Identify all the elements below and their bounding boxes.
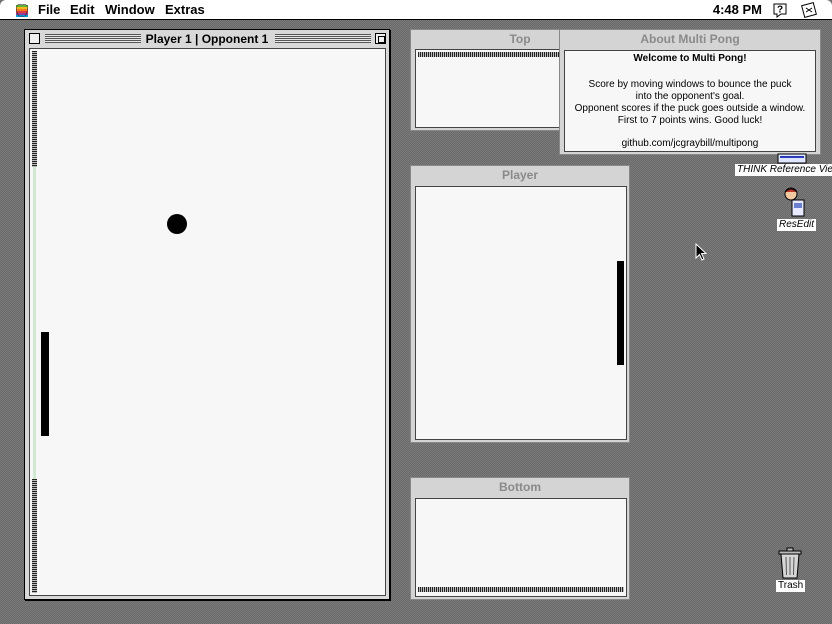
- mouse-pointer-icon: [695, 243, 707, 261]
- think-reference-label[interactable]: THINK Reference Vie: [735, 164, 832, 176]
- player-window-title: Player: [501, 168, 539, 182]
- menu-bar: File Edit Window Extras 4:48 PM ?: [0, 0, 832, 20]
- bottom-window-titlebar[interactable]: Bottom: [411, 478, 629, 496]
- main-window-title: Player 1 | Opponent 1: [145, 32, 269, 46]
- main-play-area: [29, 48, 386, 596]
- about-window[interactable]: About Multi Pong Welcome to Multi Pong! …: [559, 29, 821, 155]
- zoom-box[interactable]: [375, 33, 386, 44]
- resedit-label[interactable]: ResEdit: [777, 219, 817, 231]
- player-window[interactable]: Player: [410, 165, 630, 443]
- about-window-titlebar[interactable]: About Multi Pong: [560, 30, 820, 48]
- main-game-window[interactable]: Player 1 | Opponent 1: [24, 29, 390, 600]
- trash-icon[interactable]: [776, 546, 804, 580]
- trash-label[interactable]: Trash: [776, 580, 806, 592]
- help-icon[interactable]: ?: [772, 2, 788, 18]
- about-line: Opponent scores if the puck goes outside…: [574, 103, 806, 114]
- player-window-titlebar[interactable]: Player: [411, 166, 629, 184]
- menu-file[interactable]: File: [38, 2, 60, 18]
- about-heading: Welcome to Multi Pong!: [633, 53, 747, 64]
- about-content: Welcome to Multi Pong! Score by moving w…: [564, 50, 816, 152]
- bottom-window-title: Bottom: [499, 480, 541, 494]
- apple-menu-icon[interactable]: [14, 2, 30, 18]
- about-window-title: About Multi Pong: [640, 32, 740, 46]
- menu-window[interactable]: Window: [105, 2, 155, 18]
- bottom-wall: [418, 587, 624, 592]
- about-line: First to 7 points wins. Good luck!: [617, 115, 763, 126]
- puck: [167, 214, 187, 234]
- about-line: Score by moving windows to bounce the pu…: [588, 79, 792, 90]
- think-reference-icon[interactable]: [776, 152, 808, 164]
- application-menu-icon[interactable]: [800, 2, 818, 18]
- about-link: github.com/jcgraybill/multipong: [621, 138, 759, 149]
- goal-zone: [33, 167, 36, 479]
- opponent-paddle: [41, 332, 49, 436]
- svg-text:?: ?: [777, 5, 783, 16]
- about-line: into the opponent's goal.: [635, 91, 745, 102]
- goal-wall-top: [32, 51, 37, 167]
- bottom-play-area: [415, 498, 627, 597]
- bottom-window[interactable]: Bottom: [410, 477, 630, 600]
- menu-edit[interactable]: Edit: [70, 2, 95, 18]
- player-play-area: [415, 186, 627, 440]
- goal-wall-bottom: [32, 479, 37, 593]
- menu-extras[interactable]: Extras: [165, 2, 205, 18]
- resedit-icon[interactable]: [782, 186, 808, 218]
- main-window-titlebar[interactable]: Player 1 | Opponent 1: [25, 30, 389, 48]
- player-paddle[interactable]: [617, 261, 624, 365]
- menu-clock[interactable]: 4:48 PM: [713, 2, 762, 18]
